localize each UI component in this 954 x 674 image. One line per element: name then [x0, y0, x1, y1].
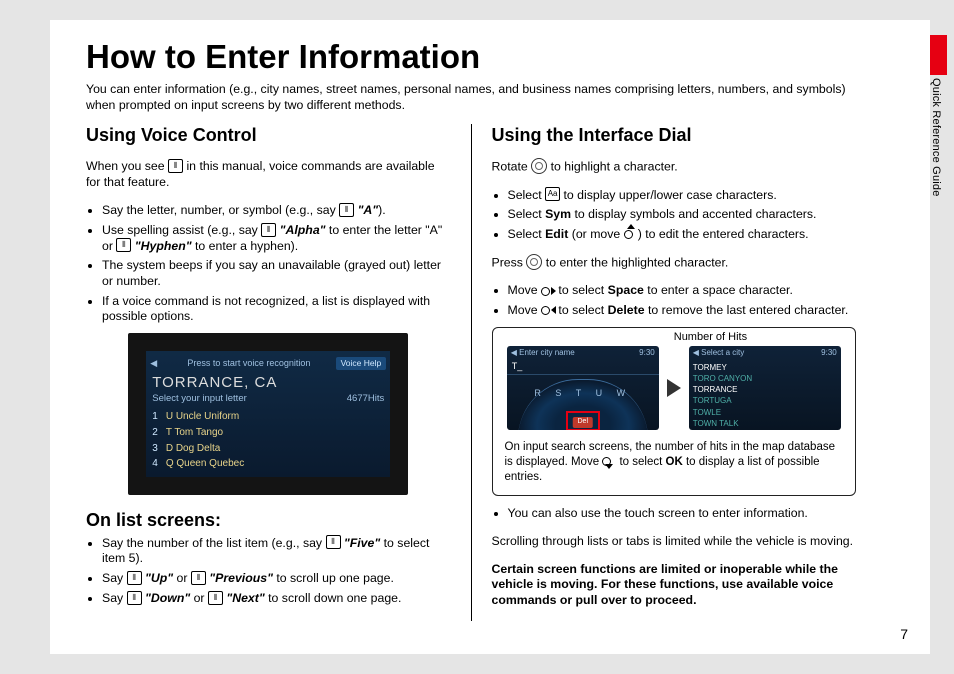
interface-dial-heading: Using the Interface Dial	[492, 124, 857, 147]
scroll-note: Scrolling through lists or tabs is limit…	[492, 534, 857, 550]
list-item: Say the number of the list item (e.g., s…	[102, 536, 451, 567]
arrow-right-icon	[667, 379, 681, 397]
voice-option-list: 1U Uncle Uniform 2T Tom Tango 3D Dog Del…	[146, 407, 390, 476]
list-item: The system beeps if you say an unavailab…	[102, 258, 451, 289]
side-section-label: Quick Reference Guide	[930, 78, 942, 197]
talk-icon: ⦀	[116, 238, 131, 252]
screens-callout-box: Number of Hits ◀ Enter city name9:30 T_ …	[492, 327, 857, 496]
dial-line: Press to enter the highlighted character…	[492, 255, 857, 271]
extra-bullet: You can also use the touch screen to ent…	[492, 506, 857, 522]
side-tab	[930, 35, 947, 77]
voice-lead: When you see ⦀ in this manual, voice com…	[86, 159, 451, 190]
move-left-icon	[541, 304, 555, 315]
voice-bullet-list: Say the letter, number, or symbol (e.g.,…	[86, 203, 451, 325]
screen-city-title: TORRANCE, CA	[146, 372, 390, 393]
move-up-icon	[624, 228, 638, 239]
list-item: Say ⦀ "Up" or ⦀ "Previous" to scroll up …	[102, 571, 451, 587]
list-item: If a voice command is not recognized, a …	[102, 294, 451, 325]
number-of-hits-label: Number of Hits	[674, 330, 747, 344]
input-screen-thumb: ◀ Enter city name9:30 T_ R S T U W Del	[507, 346, 659, 430]
safety-warning: Certain screen functions are limited or …	[492, 562, 857, 609]
red-accent-block	[930, 35, 947, 75]
intro-paragraph: You can enter information (e.g., city na…	[86, 82, 870, 114]
rotate-dial-icon	[531, 158, 547, 174]
box-caption: On input search screens, the number of h…	[505, 440, 844, 485]
result-screen-thumb: ◀ Select a city9:30 TORMEY TORO CANYON T…	[689, 346, 841, 430]
talk-icon: ⦀	[127, 591, 142, 605]
move-down-icon	[602, 455, 616, 466]
talk-icon: ⦀	[326, 535, 341, 549]
delete-key: Del	[572, 417, 593, 428]
voice-screen-example: ◀ Press to start voice recognition Voice…	[128, 333, 408, 494]
dial-line: Rotate to highlight a character.	[492, 159, 857, 175]
talk-icon: ⦀	[208, 591, 223, 605]
right-column: Using the Interface Dial Rotate to highl…	[478, 124, 871, 621]
page-number: 7	[900, 626, 908, 642]
press-dial-icon	[526, 254, 542, 270]
left-column: Using Voice Control When you see ⦀ in th…	[72, 124, 465, 621]
two-column-layout: Using Voice Control When you see ⦀ in th…	[72, 124, 870, 621]
voice-control-heading: Using Voice Control	[86, 124, 451, 147]
column-divider	[471, 124, 472, 621]
dial-bullets-1: Select Aa to display upper/lower case ch…	[492, 188, 857, 243]
case-icon: Aa	[545, 187, 560, 201]
voice-help-button: Voice Help	[336, 357, 387, 370]
move-right-icon	[541, 285, 555, 296]
list-screens-bullets: Say the number of the list item (e.g., s…	[86, 536, 451, 607]
talk-icon: ⦀	[339, 203, 354, 217]
talk-icon: ⦀	[191, 571, 206, 585]
manual-page: Quick Reference Guide How to Enter Infor…	[50, 20, 930, 654]
talk-icon: ⦀	[127, 571, 142, 585]
list-item: Use spelling assist (e.g., say ⦀ "Alpha"…	[102, 223, 451, 254]
list-item: Say the letter, number, or symbol (e.g.,…	[102, 203, 451, 219]
talk-icon: ⦀	[168, 159, 183, 173]
list-item: Say ⦀ "Down" or ⦀ "Next" to scroll down …	[102, 591, 451, 607]
list-screens-heading: On list screens:	[86, 509, 451, 532]
talk-icon: ⦀	[261, 223, 276, 237]
page-title: How to Enter Information	[86, 38, 870, 76]
dial-bullets-2: Move to select Space to enter a space ch…	[492, 283, 857, 318]
